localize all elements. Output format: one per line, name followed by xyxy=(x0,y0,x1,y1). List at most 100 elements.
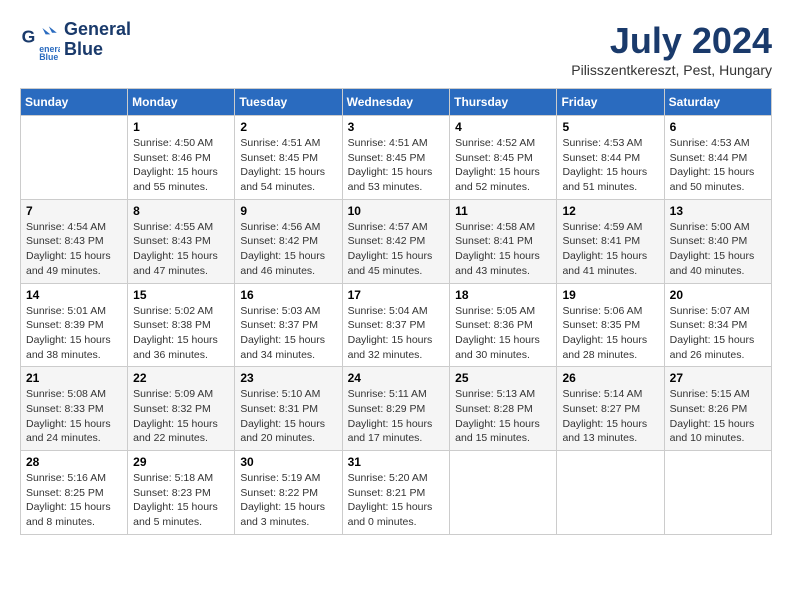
day-number: 29 xyxy=(133,455,229,469)
day-number: 19 xyxy=(562,288,658,302)
calendar-cell: 2 Sunrise: 4:51 AM Sunset: 8:45 PM Daylig… xyxy=(235,116,342,200)
day-number: 1 xyxy=(133,120,229,134)
logo-text-line2: Blue xyxy=(64,40,131,60)
calendar-cell: 29 Sunrise: 5:18 AM Sunset: 8:23 PM Dayli… xyxy=(128,451,235,535)
day-info: Sunrise: 5:18 AM Sunset: 8:23 PM Dayligh… xyxy=(133,471,229,530)
day-number: 21 xyxy=(26,371,122,385)
title-section: July 2024 Pilisszentkereszt, Pest, Hunga… xyxy=(571,20,772,78)
calendar-cell: 12Sunrise: 4:59 AM Sunset: 8:41 PM Dayli… xyxy=(557,199,664,283)
day-number: 3 xyxy=(348,120,445,134)
calendar-cell: 25Sunrise: 5:13 AM Sunset: 8:28 PM Dayli… xyxy=(450,367,557,451)
calendar-cell: 3 Sunrise: 4:51 AM Sunset: 8:45 PM Daylig… xyxy=(342,116,450,200)
day-number: 25 xyxy=(455,371,551,385)
weekday-header-thursday: Thursday xyxy=(450,89,557,116)
calendar-cell xyxy=(21,116,128,200)
calendar-cell: 9Sunrise: 4:56 AM Sunset: 8:42 PM Daylig… xyxy=(235,199,342,283)
day-info: Sunrise: 5:19 AM Sunset: 8:22 PM Dayligh… xyxy=(240,471,336,530)
day-info: Sunrise: 5:20 AM Sunset: 8:21 PM Dayligh… xyxy=(348,471,445,530)
calendar-cell: 7 Sunrise: 4:54 AM Sunset: 8:43 PM Daylig… xyxy=(21,199,128,283)
calendar-cell: 30 Sunrise: 5:19 AM Sunset: 8:22 PM Dayli… xyxy=(235,451,342,535)
calendar-cell: 17Sunrise: 5:04 AM Sunset: 8:37 PM Dayli… xyxy=(342,283,450,367)
calendar-cell: 13Sunrise: 5:00 AM Sunset: 8:40 PM Dayli… xyxy=(664,199,771,283)
calendar-cell: 19 Sunrise: 5:06 AM Sunset: 8:35 PM Dayli… xyxy=(557,283,664,367)
calendar-cell: 22 Sunrise: 5:09 AM Sunset: 8:32 PM Dayli… xyxy=(128,367,235,451)
day-info: Sunrise: 4:51 AM Sunset: 8:45 PM Dayligh… xyxy=(348,136,445,195)
calendar-cell xyxy=(557,451,664,535)
day-info: Sunrise: 4:57 AM Sunset: 8:42 PM Dayligh… xyxy=(348,220,445,279)
day-info: Sunrise: 4:56 AM Sunset: 8:42 PM Dayligh… xyxy=(240,220,336,279)
day-info: Sunrise: 5:02 AM Sunset: 8:38 PM Dayligh… xyxy=(133,304,229,363)
day-info: Sunrise: 5:05 AM Sunset: 8:36 PM Dayligh… xyxy=(455,304,551,363)
day-info: Sunrise: 5:04 AM Sunset: 8:37 PM Dayligh… xyxy=(348,304,445,363)
day-number: 26 xyxy=(562,371,658,385)
calendar-week-row: 1 Sunrise: 4:50 AM Sunset: 8:46 PM Daylig… xyxy=(21,116,772,200)
day-info: Sunrise: 5:01 AM Sunset: 8:39 PM Dayligh… xyxy=(26,304,122,363)
day-info: Sunrise: 4:53 AM Sunset: 8:44 PM Dayligh… xyxy=(670,136,766,195)
day-info: Sunrise: 5:08 AM Sunset: 8:33 PM Dayligh… xyxy=(26,387,122,446)
day-info: Sunrise: 5:15 AM Sunset: 8:26 PM Dayligh… xyxy=(670,387,766,446)
calendar-cell xyxy=(664,451,771,535)
svg-text:Blue: Blue xyxy=(39,52,58,60)
calendar-cell: 23Sunrise: 5:10 AM Sunset: 8:31 PM Dayli… xyxy=(235,367,342,451)
weekday-header-friday: Friday xyxy=(557,89,664,116)
day-number: 11 xyxy=(455,204,551,218)
day-number: 23 xyxy=(240,371,336,385)
calendar-cell: 26 Sunrise: 5:14 AM Sunset: 8:27 PM Dayli… xyxy=(557,367,664,451)
calendar-cell: 16Sunrise: 5:03 AM Sunset: 8:37 PM Dayli… xyxy=(235,283,342,367)
logo: G eneral Blue General Blue xyxy=(20,20,131,60)
calendar-cell: 8 Sunrise: 4:55 AM Sunset: 8:43 PM Daylig… xyxy=(128,199,235,283)
day-info: Sunrise: 5:00 AM Sunset: 8:40 PM Dayligh… xyxy=(670,220,766,279)
calendar-cell: 21 Sunrise: 5:08 AM Sunset: 8:33 PM Dayli… xyxy=(21,367,128,451)
day-number: 22 xyxy=(133,371,229,385)
day-number: 7 xyxy=(26,204,122,218)
calendar-cell: 31 Sunrise: 5:20 AM Sunset: 8:21 PM Dayli… xyxy=(342,451,450,535)
day-info: Sunrise: 4:53 AM Sunset: 8:44 PM Dayligh… xyxy=(562,136,658,195)
day-info: Sunrise: 5:09 AM Sunset: 8:32 PM Dayligh… xyxy=(133,387,229,446)
weekday-header-tuesday: Tuesday xyxy=(235,89,342,116)
weekday-header-row: SundayMondayTuesdayWednesdayThursdayFrid… xyxy=(21,89,772,116)
day-number: 14 xyxy=(26,288,122,302)
day-number: 15 xyxy=(133,288,229,302)
day-number: 16 xyxy=(240,288,336,302)
day-number: 31 xyxy=(348,455,445,469)
day-number: 30 xyxy=(240,455,336,469)
day-info: Sunrise: 5:14 AM Sunset: 8:27 PM Dayligh… xyxy=(562,387,658,446)
day-info: Sunrise: 4:54 AM Sunset: 8:43 PM Dayligh… xyxy=(26,220,122,279)
weekday-header-wednesday: Wednesday xyxy=(342,89,450,116)
svg-text:G: G xyxy=(22,26,36,46)
day-info: Sunrise: 4:55 AM Sunset: 8:43 PM Dayligh… xyxy=(133,220,229,279)
calendar-cell: 6 Sunrise: 4:53 AM Sunset: 8:44 PM Daylig… xyxy=(664,116,771,200)
day-info: Sunrise: 5:07 AM Sunset: 8:34 PM Dayligh… xyxy=(670,304,766,363)
day-info: Sunrise: 4:50 AM Sunset: 8:46 PM Dayligh… xyxy=(133,136,229,195)
day-number: 20 xyxy=(670,288,766,302)
day-number: 8 xyxy=(133,204,229,218)
location-label: Pilisszentkereszt, Pest, Hungary xyxy=(571,62,772,78)
day-number: 27 xyxy=(670,371,766,385)
calendar-cell xyxy=(450,451,557,535)
calendar-cell: 15 Sunrise: 5:02 AM Sunset: 8:38 PM Dayli… xyxy=(128,283,235,367)
day-info: Sunrise: 5:06 AM Sunset: 8:35 PM Dayligh… xyxy=(562,304,658,363)
calendar-table: SundayMondayTuesdayWednesdayThursdayFrid… xyxy=(20,88,772,535)
day-number: 2 xyxy=(240,120,336,134)
weekday-header-saturday: Saturday xyxy=(664,89,771,116)
weekday-header-sunday: Sunday xyxy=(21,89,128,116)
day-number: 12 xyxy=(562,204,658,218)
day-info: Sunrise: 4:51 AM Sunset: 8:45 PM Dayligh… xyxy=(240,136,336,195)
page-header: G eneral Blue General Blue July 2024 Pil… xyxy=(20,20,772,78)
logo-icon: G eneral Blue xyxy=(20,20,60,60)
calendar-cell: 28Sunrise: 5:16 AM Sunset: 8:25 PM Dayli… xyxy=(21,451,128,535)
calendar-cell: 10Sunrise: 4:57 AM Sunset: 8:42 PM Dayli… xyxy=(342,199,450,283)
day-number: 18 xyxy=(455,288,551,302)
calendar-cell: 4Sunrise: 4:52 AM Sunset: 8:45 PM Daylig… xyxy=(450,116,557,200)
calendar-week-row: 14 Sunrise: 5:01 AM Sunset: 8:39 PM Dayli… xyxy=(21,283,772,367)
day-number: 4 xyxy=(455,120,551,134)
weekday-header-monday: Monday xyxy=(128,89,235,116)
calendar-cell: 11Sunrise: 4:58 AM Sunset: 8:41 PM Dayli… xyxy=(450,199,557,283)
calendar-week-row: 21 Sunrise: 5:08 AM Sunset: 8:33 PM Dayli… xyxy=(21,367,772,451)
day-info: Sunrise: 5:16 AM Sunset: 8:25 PM Dayligh… xyxy=(26,471,122,530)
calendar-cell: 14 Sunrise: 5:01 AM Sunset: 8:39 PM Dayli… xyxy=(21,283,128,367)
logo-text-line1: General xyxy=(64,20,131,40)
day-number: 6 xyxy=(670,120,766,134)
calendar-cell: 24Sunrise: 5:11 AM Sunset: 8:29 PM Dayli… xyxy=(342,367,450,451)
month-year-title: July 2024 xyxy=(571,20,772,62)
